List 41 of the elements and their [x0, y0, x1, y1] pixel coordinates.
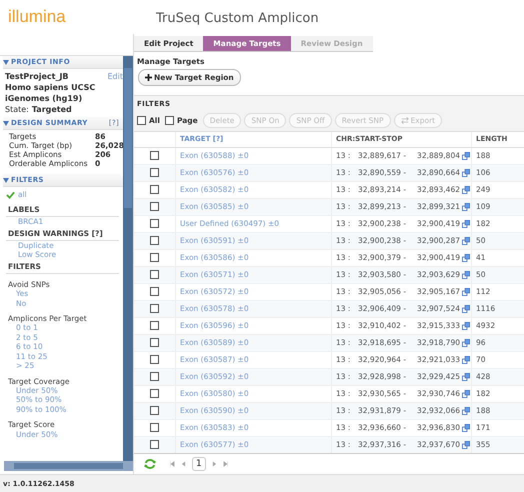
checkbox[interactable]	[150, 270, 159, 280]
plus-icon	[145, 74, 152, 81]
first-page-icon[interactable]	[170, 461, 175, 468]
checkbox[interactable]	[150, 168, 159, 178]
checkbox[interactable]	[150, 440, 159, 450]
checkbox[interactable]	[150, 389, 159, 398]
state-label: State:	[5, 104, 29, 115]
caret-icon[interactable]	[3, 60, 9, 64]
checkbox[interactable]	[150, 185, 159, 194]
checkbox[interactable]	[150, 406, 159, 416]
app-title: TruSeq Custom Amplicon	[156, 10, 319, 26]
checkbox[interactable]	[164, 116, 174, 125]
page-field[interactable]: 1	[192, 457, 206, 472]
caret-icon[interactable]	[3, 178, 9, 182]
checkbox[interactable]	[150, 321, 159, 330]
checkbox[interactable]	[150, 304, 159, 314]
state-value: Targeted	[32, 104, 72, 115]
last-page-icon[interactable]	[222, 461, 228, 468]
logo: illumina	[8, 7, 67, 27]
checkbox[interactable]	[150, 202, 159, 212]
checkbox[interactable]	[137, 116, 146, 125]
refresh-icon[interactable]	[144, 459, 156, 470]
caret-icon[interactable]	[3, 120, 9, 126]
swap-arrows-icon	[400, 117, 409, 124]
checkbox[interactable]	[150, 423, 159, 432]
previous-page-icon[interactable]	[181, 461, 186, 468]
checkbox[interactable]	[150, 372, 159, 382]
checkbox[interactable]	[150, 236, 159, 246]
checkbox[interactable]	[150, 287, 159, 296]
project-detail: iGenomes (hg19)	[5, 93, 84, 104]
checkbox[interactable]	[150, 219, 159, 228]
scrollbar[interactable]	[123, 56, 133, 461]
checkbox[interactable]	[150, 338, 159, 348]
checkbox[interactable]	[150, 355, 159, 364]
checkbox[interactable]	[150, 151, 159, 160]
project-detail: Homo sapiens UCSC	[5, 82, 96, 93]
scrollbar[interactable]	[4, 461, 133, 471]
project-name: TestProject_JB	[5, 71, 69, 82]
edit-link[interactable]: Edit	[108, 71, 123, 82]
checkbox[interactable]	[150, 253, 159, 262]
next-page-icon[interactable]	[212, 461, 217, 468]
